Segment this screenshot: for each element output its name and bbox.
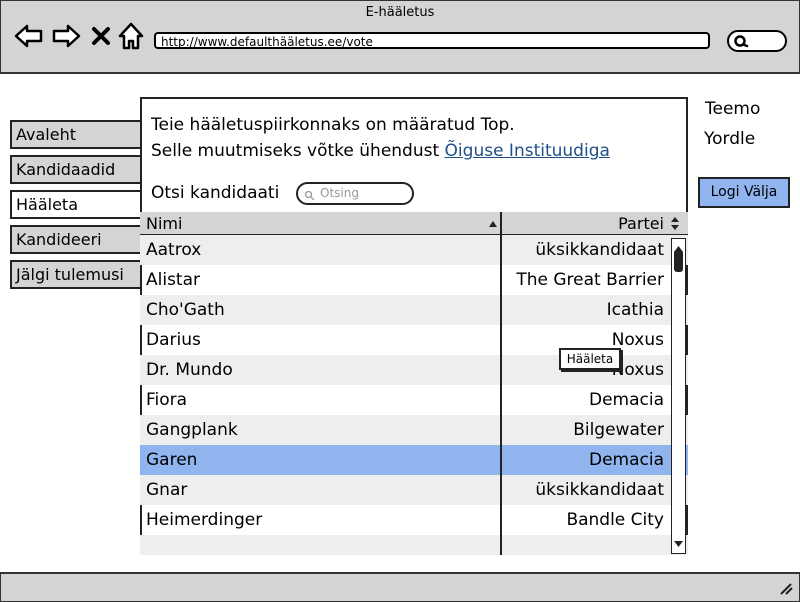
cell-name: Heimerdinger <box>146 510 263 530</box>
sidebar-item-label: Avaleht <box>16 125 76 144</box>
search-icon <box>304 188 315 207</box>
user-name: Teemo <box>705 99 761 119</box>
scroll-down-icon[interactable] <box>673 534 684 553</box>
contact-info-text: Selle muutmiseks võtke ühendust <box>151 141 445 161</box>
table-row[interactable]: Aatrox üksikkandidaat <box>140 235 688 265</box>
table-row[interactable]: Fiora Demacia <box>140 385 688 415</box>
scroll-thumb[interactable] <box>674 250 683 272</box>
table-row-empty <box>140 535 688 555</box>
cell-name: Darius <box>146 330 201 350</box>
close-icon[interactable] <box>86 22 116 50</box>
cell-party: üksikkandidaat <box>535 480 664 500</box>
column-header-nimi[interactable]: Nimi <box>140 212 502 235</box>
user-region: Yordle <box>704 129 756 149</box>
home-icon[interactable] <box>116 22 146 50</box>
column-header-label: Nimi <box>146 214 183 233</box>
search-label: Otsi kandidaati <box>151 183 280 203</box>
table-scrollbar[interactable] <box>671 238 686 554</box>
cell-party: Demacia <box>588 390 664 410</box>
back-arrow-icon[interactable] <box>14 22 44 50</box>
sidebar-item-jalgi-tulemusi[interactable]: Jälgi tulemusi <box>10 260 143 289</box>
column-header-label: Partei <box>618 214 664 233</box>
cell-party: Bilgewater <box>573 420 664 440</box>
forward-arrow-icon[interactable] <box>51 22 81 50</box>
candidate-search-input[interactable]: Otsing <box>296 182 414 205</box>
sidebar-item-label: Jälgi tulemusi <box>16 265 124 284</box>
column-header-partei[interactable]: Partei <box>502 212 688 235</box>
contact-info: Selle muutmiseks võtke ühendust Õiguse I… <box>151 141 610 161</box>
cell-party: Bandle City <box>566 510 664 530</box>
cell-party: üksikkandidaat <box>535 240 664 260</box>
institute-link[interactable]: Õiguse Instituudiga <box>445 141 610 161</box>
vote-button[interactable]: Hääleta <box>559 348 621 370</box>
table-row[interactable]: Heimerdinger Bandle City <box>140 505 688 535</box>
sidebar-item-haaleta[interactable]: Hääleta <box>10 190 143 219</box>
cell-party: The Great Barrier <box>516 270 664 290</box>
cell-party: Demacia <box>588 450 664 470</box>
cell-name: Aatrox <box>146 240 202 260</box>
cell-name: Dr. Mundo <box>146 360 233 380</box>
sidebar-item-kandideeri[interactable]: Kandideeri <box>10 225 143 254</box>
status-bar <box>0 572 800 602</box>
candidate-table: Nimi Partei Aatrox üksikkandidaat Alistar… <box>140 212 688 555</box>
cell-name: Alistar <box>146 270 201 290</box>
logout-button[interactable]: Logi Välja <box>698 177 790 208</box>
sidebar-item-kandidaadid[interactable]: Kandidaadid <box>10 155 143 184</box>
browser-search-field[interactable] <box>727 30 787 52</box>
cell-name: Fiora <box>146 390 188 410</box>
cell-name: Garen <box>146 450 198 470</box>
column-divider <box>500 212 502 555</box>
sidebar-item-label: Hääleta <box>16 195 79 214</box>
resize-grip-icon[interactable] <box>779 580 793 599</box>
table-row-selected[interactable]: Garen Demacia <box>140 445 688 475</box>
cell-name: Gnar <box>146 480 188 500</box>
window-title: E-hääletus <box>365 5 435 20</box>
cell-party: Icathia <box>606 300 664 320</box>
district-info: Teie hääletuspiirkonnaks on määratud Top… <box>151 115 515 135</box>
table-row[interactable]: Cho'Gath Icathia <box>140 295 688 325</box>
cell-name: Gangplank <box>146 420 238 440</box>
cell-name: Cho'Gath <box>146 300 225 320</box>
sidebar-item-label: Kandidaadid <box>16 160 116 179</box>
url-bar[interactable]: http://www.defaulthääletus.ee/vote <box>154 32 710 49</box>
table-row[interactable]: Gnar üksikkandidaat <box>140 475 688 505</box>
table-row[interactable]: Gangplank Bilgewater <box>140 415 688 445</box>
sidebar-item-avaleht[interactable]: Avaleht <box>10 120 143 149</box>
sidebar-item-label: Kandideeri <box>16 230 102 249</box>
table-row[interactable]: Alistar The Great Barrier <box>140 265 688 295</box>
search-icon <box>733 34 749 54</box>
search-placeholder: Otsing <box>320 186 359 200</box>
